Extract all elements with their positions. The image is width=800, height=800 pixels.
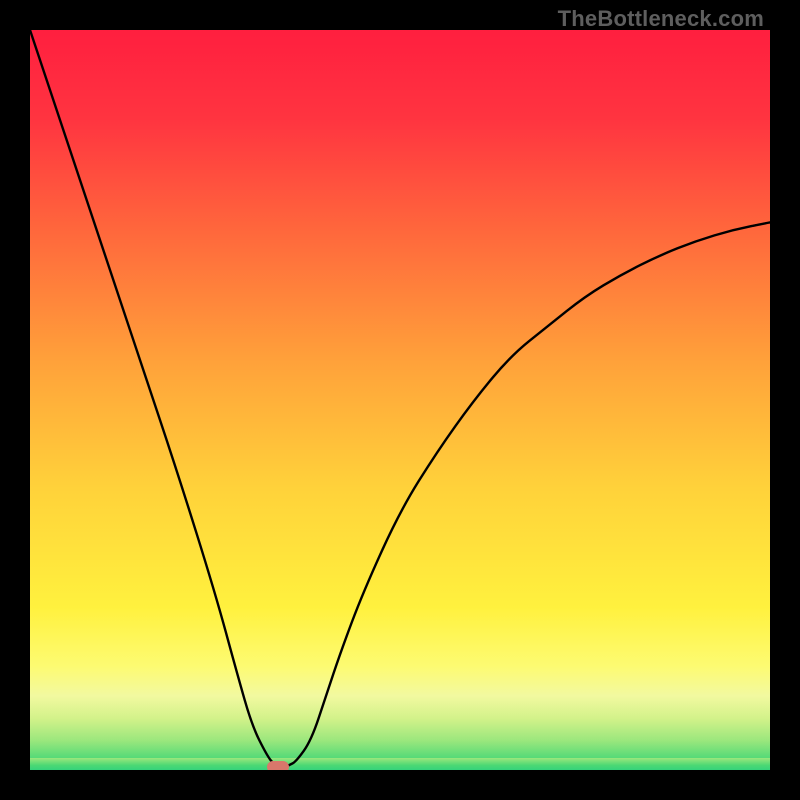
curve-svg [30,30,770,770]
minimum-marker [267,761,289,770]
plot-area [30,30,770,770]
watermark-text: TheBottleneck.com [558,6,764,32]
bottleneck-curve [30,30,770,767]
chart-frame [30,30,770,770]
